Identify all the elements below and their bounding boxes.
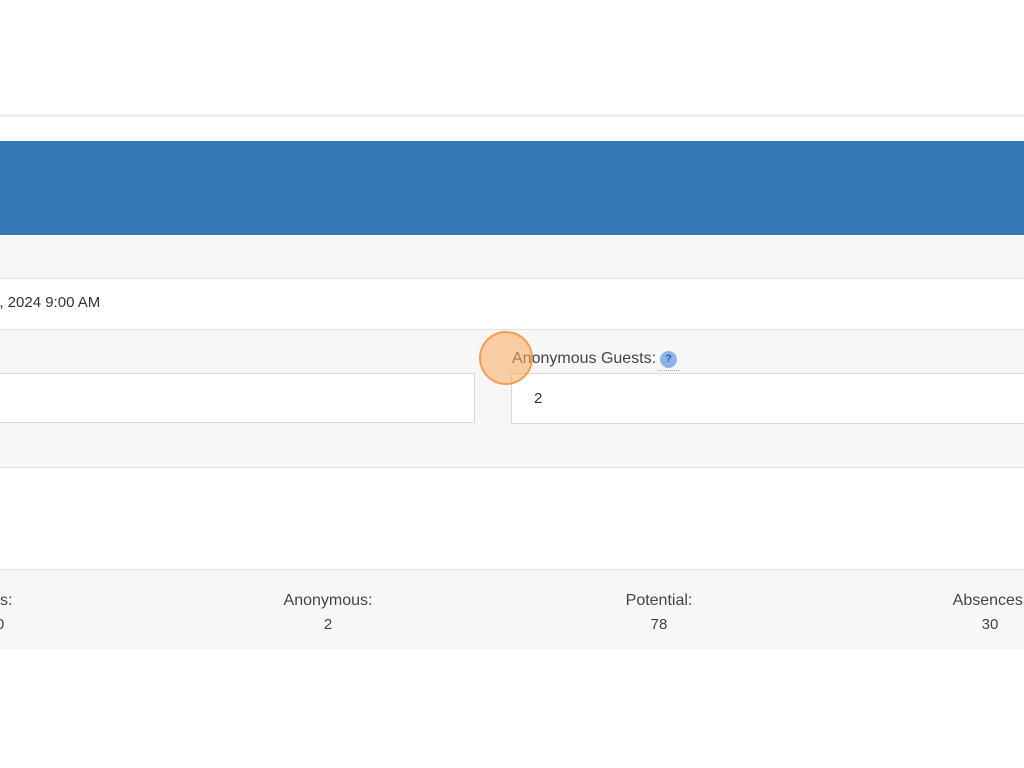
stat-value: 78	[650, 616, 668, 633]
stat-label: Anonymous:	[283, 592, 373, 609]
guest-fields-panel: Anonymous Guests: ?	[0, 330, 1024, 468]
anonymous-guests-label: Anonymous Guests: ?	[512, 350, 680, 371]
anonymous-guests-input[interactable]	[511, 373, 1024, 424]
meeting-date-text: 4, 2024 9:00 AM	[0, 294, 101, 311]
section-band	[0, 235, 1024, 279]
top-divider	[0, 114, 1024, 117]
stat-label: sts:	[0, 592, 13, 609]
header-banner	[0, 141, 1024, 235]
stat-absences: Absences: 30	[890, 592, 1024, 633]
stat-label: Absences:	[952, 592, 1024, 609]
stat-label: Potential:	[625, 592, 693, 609]
stat-value: 2	[323, 616, 333, 633]
stat-potential: Potential: 78	[559, 592, 759, 633]
stat-value: 0	[0, 616, 100, 633]
question-circle-icon[interactable]: ?	[658, 350, 680, 371]
stat-value: 30	[981, 616, 999, 633]
meeting-date-row: 4, 2024 9:00 AM	[0, 279, 1024, 330]
stat-anonymous: Anonymous: 2	[228, 592, 428, 633]
anonymous-guests-label-text: Anonymous Guests:	[512, 350, 657, 367]
stat-guests: sts: 0	[0, 592, 100, 633]
guests-input-left[interactable]	[0, 373, 475, 423]
page: 4, 2024 9:00 AM Anonymous Guests: ? sts:…	[0, 0, 1024, 768]
attendance-stats-bar: sts: 0 Anonymous: 2 Potential: 78 Absenc…	[0, 569, 1024, 649]
